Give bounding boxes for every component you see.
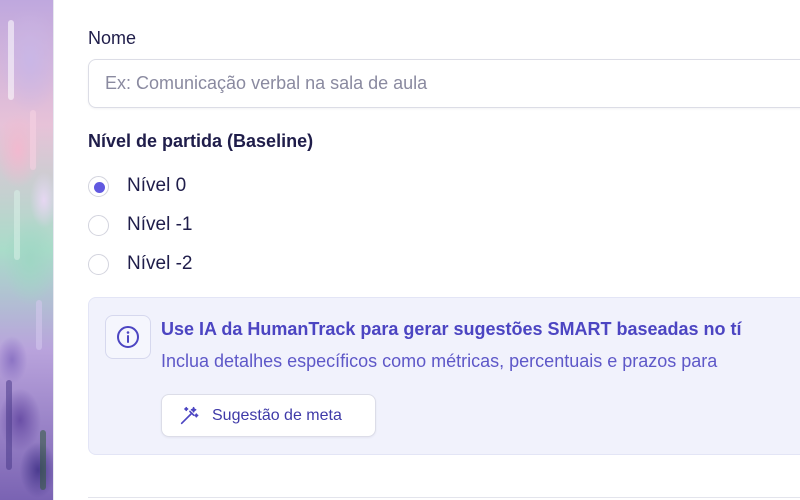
baseline-option-level-minus-2[interactable]: Nível -2 [88, 251, 192, 277]
goal-suggestion-button[interactable]: Sugestão de meta [161, 394, 376, 437]
decorative-floral-painting [0, 0, 54, 500]
baseline-option-label: Nível -1 [127, 214, 193, 235]
name-label: Nome [88, 28, 137, 48]
info-icon [105, 315, 151, 359]
radio-button[interactable] [88, 253, 109, 275]
baseline-option-level-0[interactable]: Nível 0 [88, 173, 186, 199]
baseline-label: Nível de partida (Baseline) [88, 131, 314, 151]
magic-wand-icon [178, 405, 200, 427]
baseline-option-level-minus-1[interactable]: Nível -1 [88, 212, 192, 238]
goal-form: Nome Nível de partida (Baseline) Nível 0… [88, 0, 800, 500]
baseline-option-label: Nível 0 [127, 175, 187, 196]
radio-button-checked[interactable] [88, 175, 109, 197]
section-divider [88, 497, 800, 498]
goal-suggestion-label: Sugestão de meta [212, 406, 342, 424]
ai-suggestion-panel: Use IA da HumanTrack para gerar sugestõe… [88, 297, 800, 455]
name-input[interactable] [88, 59, 800, 108]
baseline-option-label: Nível -2 [127, 253, 193, 274]
ai-panel-description: Inclua detalhes específicos como métrica… [161, 351, 718, 371]
ai-panel-title: Use IA da HumanTrack para gerar sugestõe… [161, 319, 742, 339]
radio-button[interactable] [88, 214, 109, 236]
